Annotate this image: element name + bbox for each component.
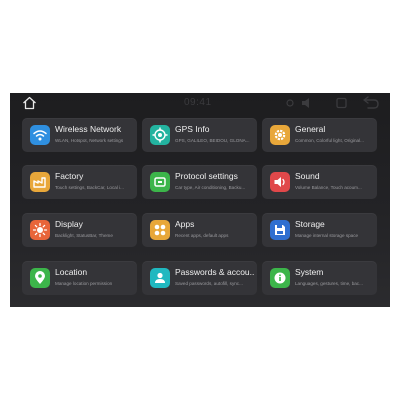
tile-passwords-accounts[interactable]: Passwords & accou... Saved passwords, au… xyxy=(142,261,257,295)
wifi-icon xyxy=(30,125,50,145)
tile-sound[interactable]: Sound Volume Balance, Touch acoum... xyxy=(262,165,377,199)
status-bar: 09:41 xyxy=(10,93,390,113)
gps-target-icon xyxy=(150,125,170,145)
tile-display[interactable]: Display Backlight, StatusBar, Theme xyxy=(22,213,137,247)
tile-title: Apps xyxy=(175,219,195,229)
tile-apps[interactable]: Apps Recent apps, default apps xyxy=(142,213,257,247)
tile-title: GPS Info xyxy=(175,124,210,134)
tile-subtitle: Saved passwords, autofill, sync... xyxy=(175,281,243,286)
tile-subtitle: Languages, gestures, time, bac... xyxy=(295,281,363,286)
info-icon xyxy=(270,268,290,288)
tile-title: Protocol settings xyxy=(175,171,238,181)
tile-title: System xyxy=(295,267,324,277)
location-pin-icon xyxy=(30,268,50,288)
tile-subtitle: Manage location permission xyxy=(55,281,113,286)
tile-title: Factory xyxy=(55,171,84,181)
tile-general[interactable]: General Common, Colorful light, Original… xyxy=(262,118,377,152)
tile-subtitle: Backlight, StatusBar, Theme xyxy=(55,233,113,238)
tile-title: Passwords & accou... xyxy=(175,267,255,277)
settings-screen: 09:41 Wireless Network WLAN, Hotspot, Ne… xyxy=(10,93,390,307)
tile-title: Display xyxy=(55,219,83,229)
volume-icon xyxy=(302,98,309,108)
tile-storage[interactable]: Storage Manage internal storage space xyxy=(262,213,377,247)
gear-icon xyxy=(270,125,290,145)
tile-location[interactable]: Location Manage location permission xyxy=(22,261,137,295)
tile-subtitle: GPS, GALILEO, BEIDOU, GLONA... xyxy=(175,138,250,143)
tile-system[interactable]: System Languages, gestures, time, bac... xyxy=(262,261,377,295)
status-icons xyxy=(286,96,379,109)
signal-icon xyxy=(286,99,294,107)
tile-subtitle: Common, Colorful light, Original... xyxy=(295,138,364,143)
home-icon[interactable] xyxy=(22,96,37,110)
tile-subtitle: Recent apps, default apps xyxy=(175,233,229,238)
floppy-disk-icon xyxy=(270,220,290,240)
tile-subtitle: Manage internal storage space xyxy=(295,233,359,238)
tile-protocol-settings[interactable]: Protocol settings Car type, Air conditio… xyxy=(142,165,257,199)
tile-subtitle: Touch settings, BackCar, Local i... xyxy=(55,185,124,190)
status-clock: 09:41 xyxy=(184,97,212,108)
factory-icon xyxy=(30,172,50,192)
speaker-icon xyxy=(270,172,290,192)
tile-title: Wireless Network xyxy=(55,124,122,134)
tile-wireless-network[interactable]: Wireless Network WLAN, Hotspot, Network … xyxy=(22,118,137,152)
car-icon xyxy=(150,172,170,192)
tile-subtitle: Volume Balance, Touch acoum... xyxy=(295,185,362,190)
tile-title: General xyxy=(295,124,326,134)
tile-subtitle: WLAN, Hotspot, Network settings xyxy=(55,138,124,143)
back-icon[interactable] xyxy=(363,96,379,109)
tile-title: Sound xyxy=(295,171,320,181)
apps-grid-icon xyxy=(150,220,170,240)
tile-title: Location xyxy=(55,267,88,277)
tile-subtitle: Car type, Air conditioning, Backu... xyxy=(175,185,246,190)
tile-factory[interactable]: Factory Touch settings, BackCar, Local i… xyxy=(22,165,137,199)
recent-apps-icon[interactable] xyxy=(336,97,347,109)
brightness-icon xyxy=(30,220,50,240)
tile-title: Storage xyxy=(295,219,325,229)
account-icon xyxy=(150,268,170,288)
tile-gps-info[interactable]: GPS Info GPS, GALILEO, BEIDOU, GLONA... xyxy=(142,118,257,152)
